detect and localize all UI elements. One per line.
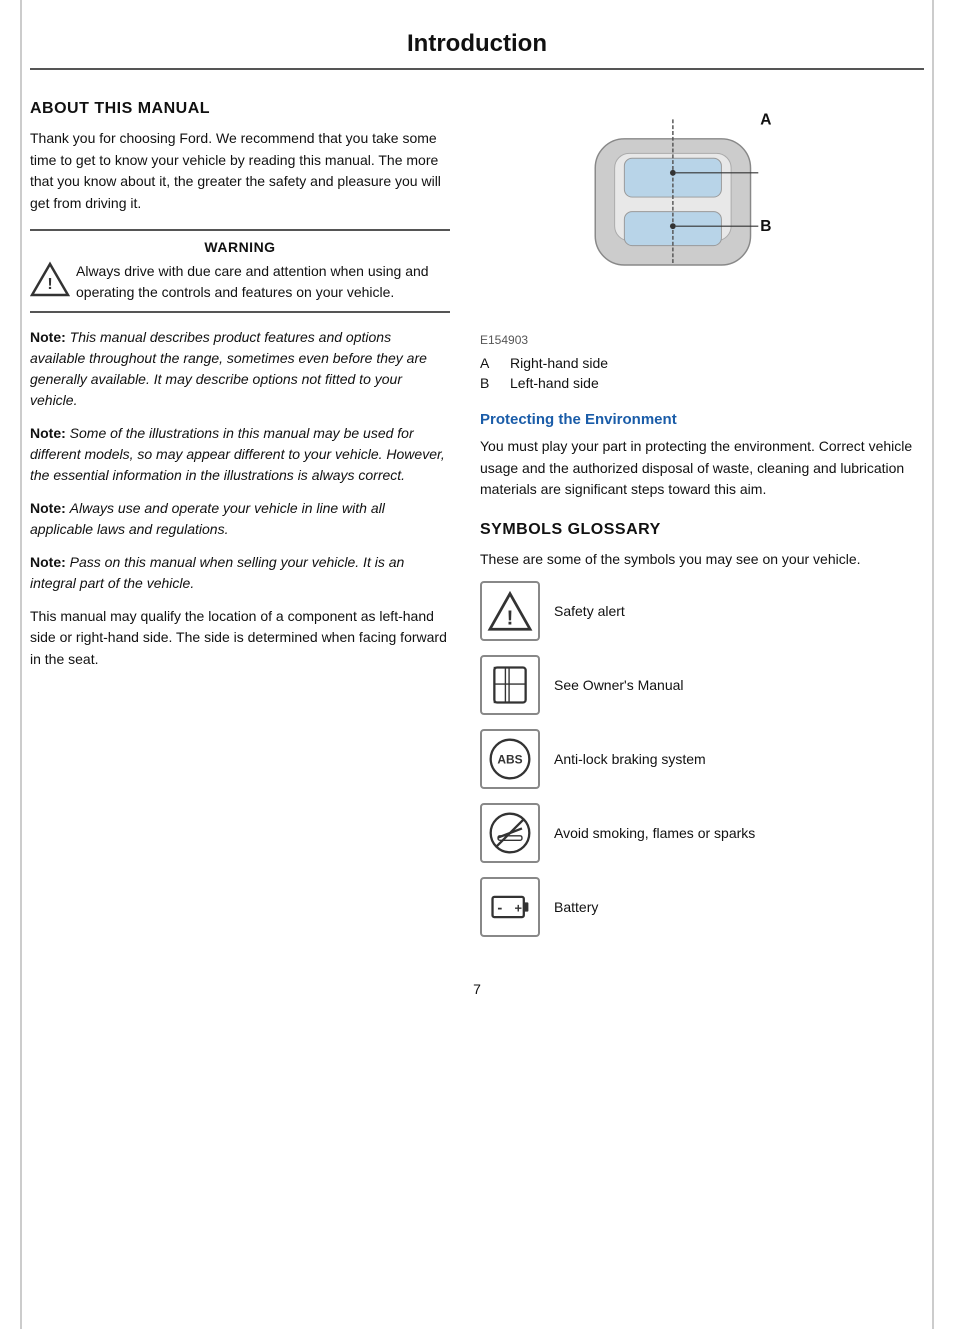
svg-text:A: A [760, 111, 771, 128]
left-margin [0, 0, 22, 1329]
no-smoking-label: Avoid smoking, flames or sparks [554, 825, 755, 841]
vehicle-diagram: A B [537, 100, 867, 333]
note-2-label: Note: [30, 425, 66, 441]
warning-content: ! Always drive with due care and attenti… [30, 261, 450, 303]
note-4: Note: Pass on this manual when selling y… [30, 552, 450, 594]
env-section: Protecting the Environment You must play… [480, 411, 924, 501]
battery-label: Battery [554, 899, 598, 915]
legend-row-a: A Right-hand side [480, 355, 924, 371]
warning-text: Always drive with due care and attention… [76, 261, 450, 303]
main-content: ABOUT THIS MANUAL Thank you for choosing… [30, 100, 924, 951]
symbol-row-manual: See Owner's Manual [480, 655, 924, 715]
page-number: 7 [30, 981, 924, 1017]
abs-icon: ABS [480, 729, 540, 789]
page-title: Introduction [30, 30, 924, 70]
symbol-row-nosmoking: Avoid smoking, flames or sparks [480, 803, 924, 863]
env-text: You must play your part in protecting th… [480, 436, 924, 501]
owners-manual-label: See Owner's Manual [554, 677, 684, 693]
note-4-label: Note: [30, 554, 66, 570]
svg-text:B: B [760, 218, 771, 235]
vehicle-diagram-area: A B E154903 A Right-hand side B Left [480, 100, 924, 391]
symbol-row-safety: ! Safety alert [480, 581, 924, 641]
note-3: Note: Always use and operate your vehicl… [30, 498, 450, 540]
intro-text: Thank you for choosing Ford. We recommen… [30, 128, 450, 215]
warning-title: WARNING [30, 239, 450, 255]
legend-letter-b: B [480, 375, 500, 391]
note-1-label: Note: [30, 329, 66, 345]
note-3-text: Always use and operate your vehicle in l… [30, 500, 385, 537]
note-1-text: This manual describes product features a… [30, 329, 427, 408]
note-2: Note: Some of the illustrations in this … [30, 423, 450, 486]
safety-alert-label: Safety alert [554, 603, 625, 619]
svg-text:!: ! [47, 276, 52, 293]
right-column: A B E154903 A Right-hand side B Left [480, 100, 924, 951]
symbols-intro: These are some of the symbols you may se… [480, 549, 924, 571]
about-heading: ABOUT THIS MANUAL [30, 100, 450, 118]
symbols-section: SYMBOLS GLOSSARY These are some of the s… [480, 521, 924, 937]
symbols-heading: SYMBOLS GLOSSARY [480, 521, 924, 539]
warning-box: WARNING ! Always drive with due care and… [30, 229, 450, 313]
symbol-row-battery: - + Battery [480, 877, 924, 937]
closing-text: This manual may qualify the location of … [30, 606, 450, 671]
note-3-label: Note: [30, 500, 66, 516]
svg-text:-: - [497, 900, 502, 916]
symbol-row-abs: ABS Anti-lock braking system [480, 729, 924, 789]
owners-manual-icon [480, 655, 540, 715]
battery-icon: - + [480, 877, 540, 937]
note-4-text: Pass on this manual when selling your ve… [30, 554, 404, 591]
legend-letter-a: A [480, 355, 500, 371]
no-smoking-icon [480, 803, 540, 863]
legend-label-a: Right-hand side [510, 355, 608, 371]
safety-alert-icon: ! [480, 581, 540, 641]
legend-label-b: Left-hand side [510, 375, 599, 391]
abs-label: Anti-lock braking system [554, 751, 706, 767]
legend-row-b: B Left-hand side [480, 375, 924, 391]
note-2-text: Some of the illustrations in this manual… [30, 425, 445, 483]
right-margin [932, 0, 954, 1329]
env-heading: Protecting the Environment [480, 411, 924, 428]
svg-text:ABS: ABS [497, 752, 522, 766]
svg-text:+: + [515, 900, 523, 915]
svg-text:!: ! [507, 607, 514, 629]
page: Introduction ABOUT THIS MANUAL Thank you… [0, 0, 954, 1329]
left-column: ABOUT THIS MANUAL Thank you for choosing… [30, 100, 450, 951]
note-1: Note: This manual describes product feat… [30, 327, 450, 411]
image-caption: E154903 [480, 333, 924, 347]
warning-triangle-icon: ! [30, 261, 66, 297]
